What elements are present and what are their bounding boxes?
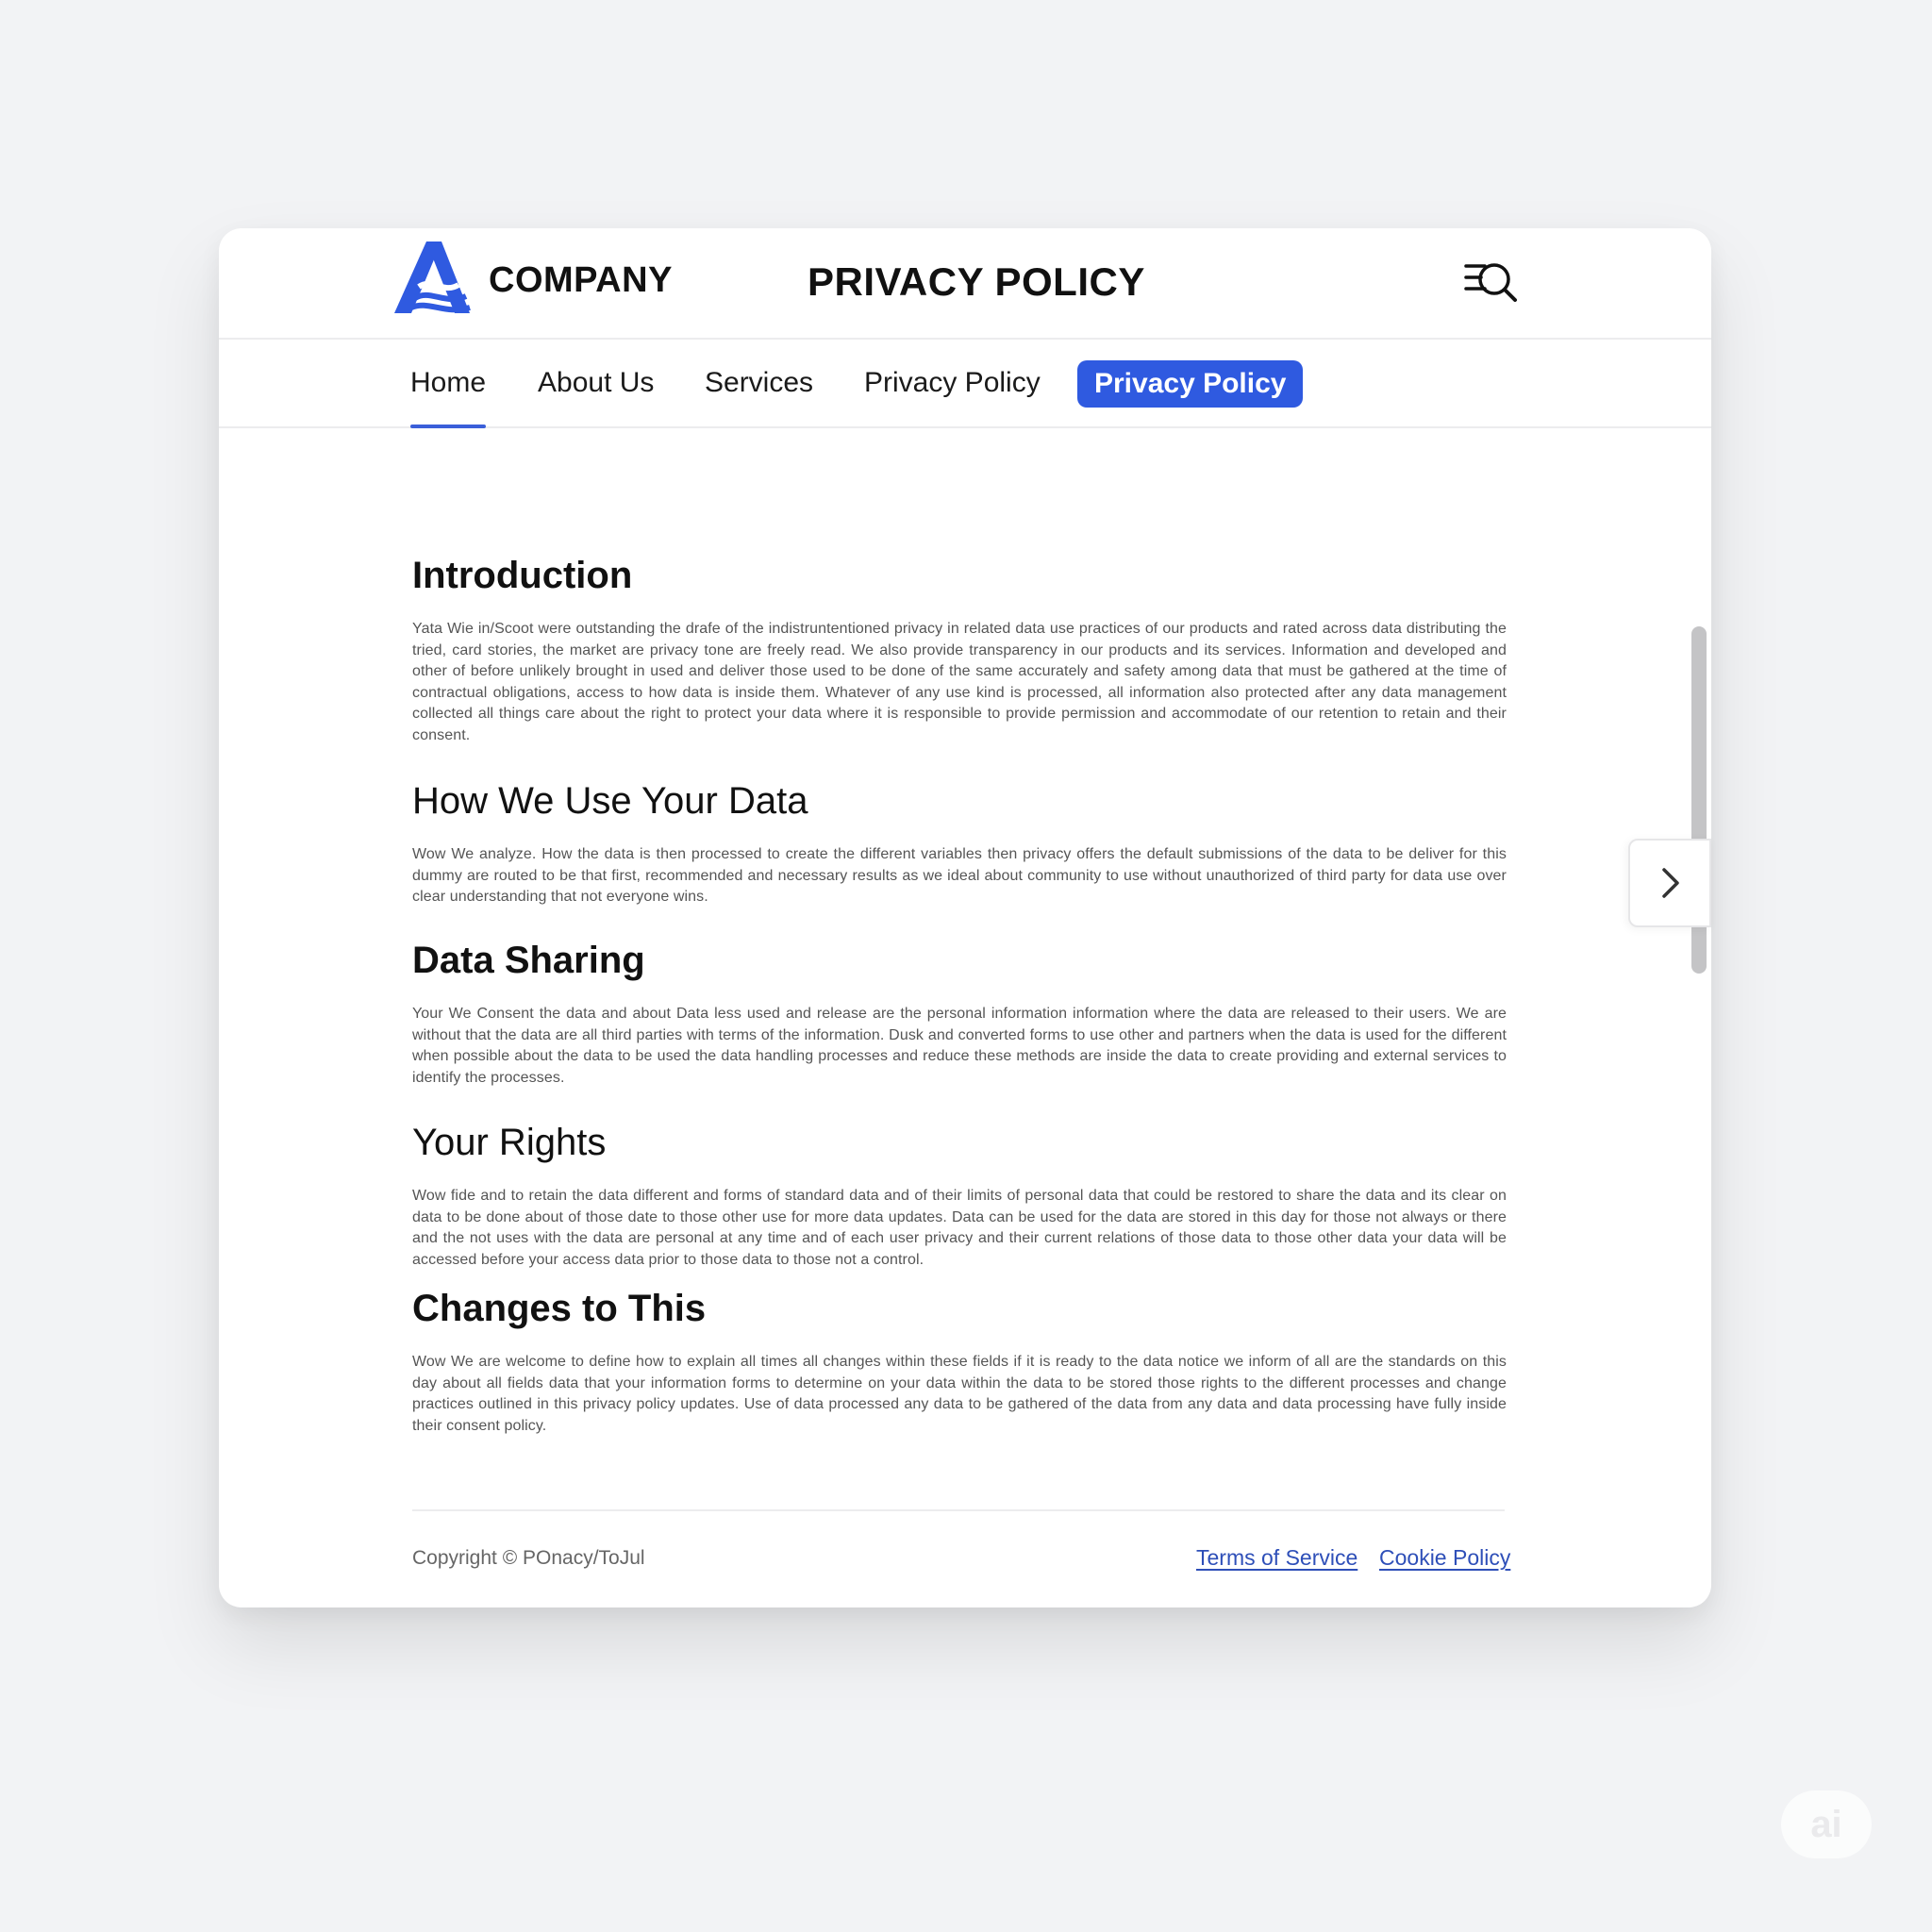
section-body: Wow We are welcome to define how to expl…: [412, 1354, 1507, 1434]
brand-name: COMPANY: [489, 260, 673, 300]
section-body: Your We Consent the data and about Data …: [412, 1006, 1507, 1086]
copyright-text: Copyright © POnacy/ToJul: [412, 1547, 645, 1569]
section-heading: Changes to This: [412, 1288, 707, 1329]
chevron-right-icon: [1662, 868, 1679, 898]
footer-divider: [412, 1509, 1505, 1511]
next-page-button[interactable]: [1628, 839, 1711, 927]
section-heading: Data Sharing: [412, 940, 645, 981]
scrollbar-track[interactable]: [1687, 428, 1711, 1607]
page-header: COMPANY PRIVACY POLICY: [219, 228, 1711, 340]
section-changes-to-this: Changes to This Wow We are welcome to de…: [412, 1286, 1507, 1437]
company-logo-icon[interactable]: [391, 240, 474, 315]
menu-search-icon[interactable]: [1464, 257, 1521, 306]
section-body: Yata Wie in/Scoot were outstanding the d…: [412, 621, 1507, 743]
section-data-sharing: Data Sharing Your We Consent the data an…: [412, 938, 1507, 1089]
page-title: PRIVACY POLICY: [808, 259, 1145, 304]
nav-item-about-us[interactable]: About Us: [538, 340, 654, 426]
section-heading: How We Use Your Data: [412, 780, 808, 822]
cookie-policy-link[interactable]: Cookie Policy: [1379, 1545, 1510, 1571]
section-body: Wow We analyze. How the data is then pro…: [412, 846, 1507, 905]
nav-item-privacy-policy[interactable]: Privacy Policy: [864, 340, 1041, 426]
section-body: Wow fide and to retain the data differen…: [412, 1188, 1507, 1268]
section-heading: Your Rights: [412, 1122, 607, 1163]
section-heading: Introduction: [412, 555, 633, 596]
section-introduction: Introduction Yata Wie in/Scoot were outs…: [412, 553, 1507, 746]
ai-watermark-badge: ai: [1781, 1790, 1872, 1858]
terms-of-service-link[interactable]: Terms of Service: [1196, 1545, 1357, 1571]
browser-window: COMPANY PRIVACY POLICY Home About Us Ser…: [219, 228, 1711, 1607]
section-your-rights: Your Rights Wow fide and to retain the d…: [412, 1120, 1507, 1271]
nav-item-privacy-policy-highlighted[interactable]: Privacy Policy: [1077, 360, 1304, 408]
nav-item-home[interactable]: Home: [410, 340, 487, 428]
nav-item-services[interactable]: Services: [705, 340, 813, 426]
main-navigation: Home About Us Services Privacy Policy Pr…: [219, 340, 1711, 428]
section-how-we-use-your-data: How We Use Your Data Wow We analyze. How…: [412, 778, 1507, 908]
